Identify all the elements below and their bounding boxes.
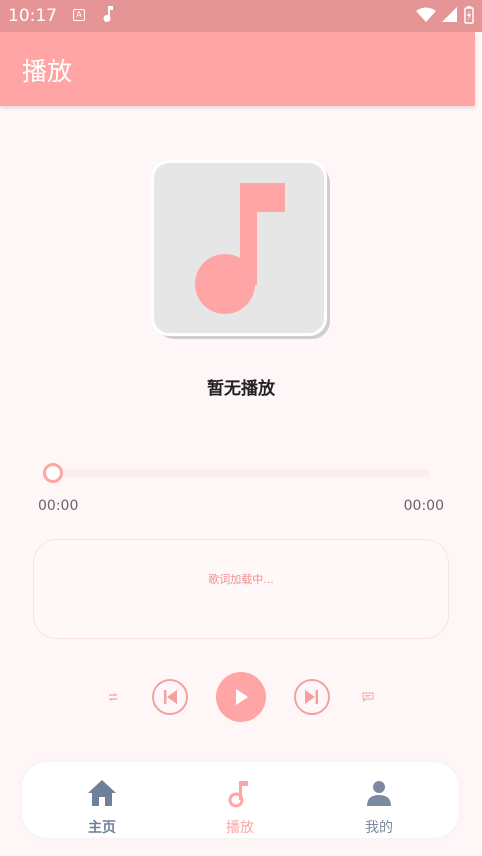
notification-a-icon: A xyxy=(73,9,85,21)
person-icon xyxy=(367,781,391,806)
skip-next-icon xyxy=(305,690,318,704)
bottom-nav: 主页 播放 我的 xyxy=(22,762,459,838)
music-notification-icon xyxy=(103,6,113,22)
signal-icon xyxy=(442,7,457,22)
current-time: 00:00 xyxy=(38,498,79,514)
nav-label-play: 播放 xyxy=(226,820,254,836)
repeat-icon[interactable] xyxy=(107,692,119,702)
lyrics-status: 歌词加载中... xyxy=(208,573,274,586)
previous-button[interactable] xyxy=(152,679,188,715)
nav-item-home[interactable]: 主页 xyxy=(42,762,162,838)
status-time: 10:17 xyxy=(8,6,57,26)
total-time: 00:00 xyxy=(403,498,444,514)
nav-label-home: 主页 xyxy=(88,820,116,836)
page-title: 播放 xyxy=(22,57,73,86)
nav-item-mine[interactable]: 我的 xyxy=(319,762,439,838)
lyrics-panel[interactable]: 歌词加载中... xyxy=(33,539,449,639)
play-button[interactable] xyxy=(216,672,266,722)
music-note-icon xyxy=(228,781,248,808)
status-right-icons xyxy=(416,6,474,24)
lyrics-icon[interactable] xyxy=(362,692,374,702)
battery-icon xyxy=(464,6,474,24)
nav-label-mine: 我的 xyxy=(365,820,393,836)
next-button[interactable] xyxy=(294,679,330,715)
home-icon xyxy=(88,780,116,806)
skip-previous-icon xyxy=(164,690,177,704)
wifi-icon xyxy=(416,7,436,22)
album-cover xyxy=(151,160,327,336)
progress-thumb[interactable] xyxy=(43,463,63,483)
progress-track[interactable] xyxy=(44,469,430,477)
nav-item-play[interactable]: 播放 xyxy=(180,762,300,838)
play-icon xyxy=(236,689,248,705)
app-bar: 播放 xyxy=(0,32,475,106)
music-note-icon xyxy=(195,183,285,314)
status-bar: 10:17 A xyxy=(0,0,482,32)
track-title: 暂无播放 xyxy=(207,379,275,399)
